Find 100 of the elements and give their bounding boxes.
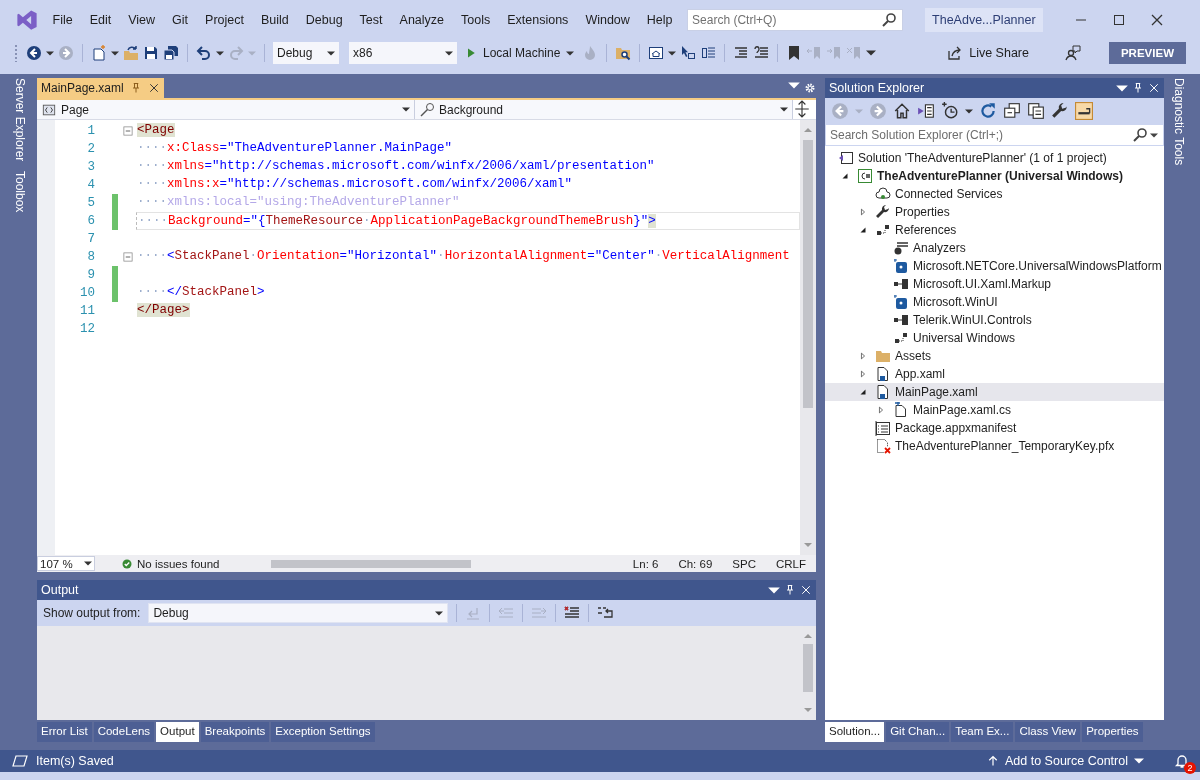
live-share-button[interactable]: Live Share [943, 45, 1033, 61]
caret-icon[interactable] [1116, 84, 1128, 92]
panel-tab[interactable]: Error List [37, 722, 92, 742]
expanded-arrow-icon[interactable] [858, 387, 868, 397]
tree-item[interactable]: Assets [825, 347, 1164, 365]
tree-item[interactable]: Universal Windows [825, 329, 1164, 347]
menu-item[interactable]: Debug [297, 9, 352, 31]
menu-item[interactable]: Build [252, 9, 298, 31]
toolbar-grip[interactable] [14, 44, 18, 62]
back-icon[interactable] [26, 45, 42, 61]
collapsed-arrow-icon[interactable] [858, 351, 868, 361]
tree-item[interactable]: MainPage.xaml.cs [825, 401, 1164, 419]
expanded-arrow-icon[interactable] [858, 225, 868, 235]
indent-icon[interactable] [733, 45, 750, 61]
new-item-icon[interactable] [91, 45, 107, 61]
close-icon[interactable] [1148, 82, 1160, 94]
menu-item[interactable]: Test [351, 9, 392, 31]
home-window-icon[interactable] [648, 45, 665, 61]
line-ending-indicator[interactable]: CRLF [765, 557, 816, 570]
pin-icon[interactable] [1132, 82, 1144, 94]
tree-item[interactable]: Properties [825, 203, 1164, 221]
panel-tab[interactable]: Output [156, 722, 199, 742]
menu-item[interactable]: File [44, 9, 82, 31]
menu-item[interactable]: Tools [452, 9, 499, 31]
collapsed-arrow-icon[interactable] [858, 369, 868, 379]
tree-item[interactable]: Microsoft.UI.Xaml.Markup [825, 275, 1164, 293]
menu-item[interactable]: Edit [81, 9, 120, 31]
pointer-icon[interactable] [680, 45, 697, 61]
comment-icon[interactable] [753, 45, 770, 61]
side-tab[interactable]: Diagnostic Tools [1167, 78, 1191, 166]
open-folder-icon[interactable] [123, 45, 139, 61]
list-icon[interactable] [700, 45, 717, 61]
clear-all-icon[interactable] [564, 605, 581, 621]
clock-icon[interactable] [941, 102, 959, 120]
caret-icon[interactable] [111, 50, 119, 56]
menu-item[interactable]: Analyze [391, 9, 453, 31]
save-icon[interactable] [143, 45, 159, 61]
vertical-scrollbar[interactable] [800, 120, 816, 555]
feedback-icon[interactable] [1064, 45, 1081, 61]
home-icon[interactable] [893, 102, 911, 120]
preview-button[interactable]: PREVIEW [1108, 42, 1186, 64]
undo-icon[interactable] [196, 45, 212, 61]
tree-item[interactable]: App.xaml [825, 365, 1164, 383]
collapsed-arrow-icon[interactable] [858, 207, 868, 217]
copy-icon[interactable] [1027, 102, 1045, 120]
caret-icon[interactable] [327, 50, 335, 56]
menu-item[interactable]: Help [638, 9, 682, 31]
search-icon[interactable] [881, 12, 898, 28]
tree-item[interactable]: References [825, 221, 1164, 239]
refresh-icon[interactable] [979, 102, 997, 120]
save-all-icon[interactable] [163, 45, 179, 61]
tree-item[interactable]: Analyzers [825, 239, 1164, 257]
platform-dropdown[interactable]: x86 [349, 42, 457, 64]
overflow-icon[interactable] [866, 50, 877, 56]
caret-icon[interactable] [445, 50, 453, 56]
settings-icon[interactable] [804, 82, 816, 94]
panel-tab[interactable]: Team Ex... [951, 722, 1014, 742]
close-icon[interactable] [147, 82, 160, 94]
panel-tab[interactable]: CodeLens [93, 722, 155, 742]
caret-icon[interactable] [1150, 132, 1158, 138]
search-field[interactable]: Search (Ctrl+Q) [687, 9, 904, 31]
panel-tab[interactable]: Solution... [825, 722, 885, 742]
collapsed-arrow-icon[interactable] [876, 405, 886, 415]
scope-dropdown[interactable]: Page [37, 100, 415, 119]
panel-tab[interactable]: Properties [1082, 722, 1143, 742]
tree-item[interactable]: Microsoft.WinUI [825, 293, 1164, 311]
whitespace-indicator[interactable]: SPC [722, 557, 766, 570]
bell-icon[interactable] [1174, 753, 1190, 769]
side-tab[interactable]: Toolbox [8, 171, 32, 213]
configuration-dropdown[interactable]: Debug [273, 42, 339, 64]
run-button[interactable]: Local Machine [461, 42, 579, 64]
panel-tab[interactable]: Exception Settings [271, 722, 375, 742]
panel-tab[interactable]: Class View [1015, 722, 1081, 742]
tree-item[interactable]: TheAdventurePlanner_TemporaryKey.pfx [825, 437, 1164, 455]
close-icon[interactable] [800, 584, 812, 596]
document-tab[interactable]: MainPage.xaml [37, 78, 164, 98]
tree-item[interactable]: Connected Services [825, 185, 1164, 203]
caret-icon[interactable] [965, 108, 973, 114]
caret-icon[interactable] [46, 50, 54, 56]
zoom-dropdown[interactable]: 107 % [37, 556, 95, 571]
switch-view-icon[interactable] [917, 102, 935, 120]
member-dropdown[interactable]: Background [415, 100, 793, 119]
folder-search-icon[interactable] [615, 45, 632, 61]
wrench-icon[interactable] [1051, 102, 1069, 120]
tree-item[interactable]: TheAdventurePlanner (Universal Windows) [825, 167, 1164, 185]
output-source-dropdown[interactable]: Debug [148, 603, 449, 623]
side-tab[interactable]: Server Explorer [8, 78, 32, 162]
caret-icon[interactable] [788, 82, 800, 89]
tree-item[interactable]: Microsoft.NETCore.UniversalWindowsPlatform [825, 257, 1164, 275]
split-icon[interactable] [793, 100, 811, 118]
search-field[interactable]: Search Solution Explorer (Ctrl+;) [825, 124, 1164, 146]
word-wrap-icon[interactable] [597, 605, 614, 621]
collapse-all-icon[interactable] [1003, 102, 1021, 120]
menu-item[interactable]: Git [163, 9, 197, 31]
source-control-button[interactable]: Add to Source Control [987, 754, 1144, 768]
tree-item[interactable]: Telerik.WinUI.Controls [825, 311, 1164, 329]
tree-item[interactable]: Package.appxmanifest [825, 419, 1164, 437]
tree-item[interactable]: MainPage.xaml [825, 383, 1164, 401]
tree-item[interactable]: Solution 'TheAdventurePlanner' (1 of 1 project) [825, 149, 1164, 167]
menu-item[interactable]: View [119, 9, 164, 31]
